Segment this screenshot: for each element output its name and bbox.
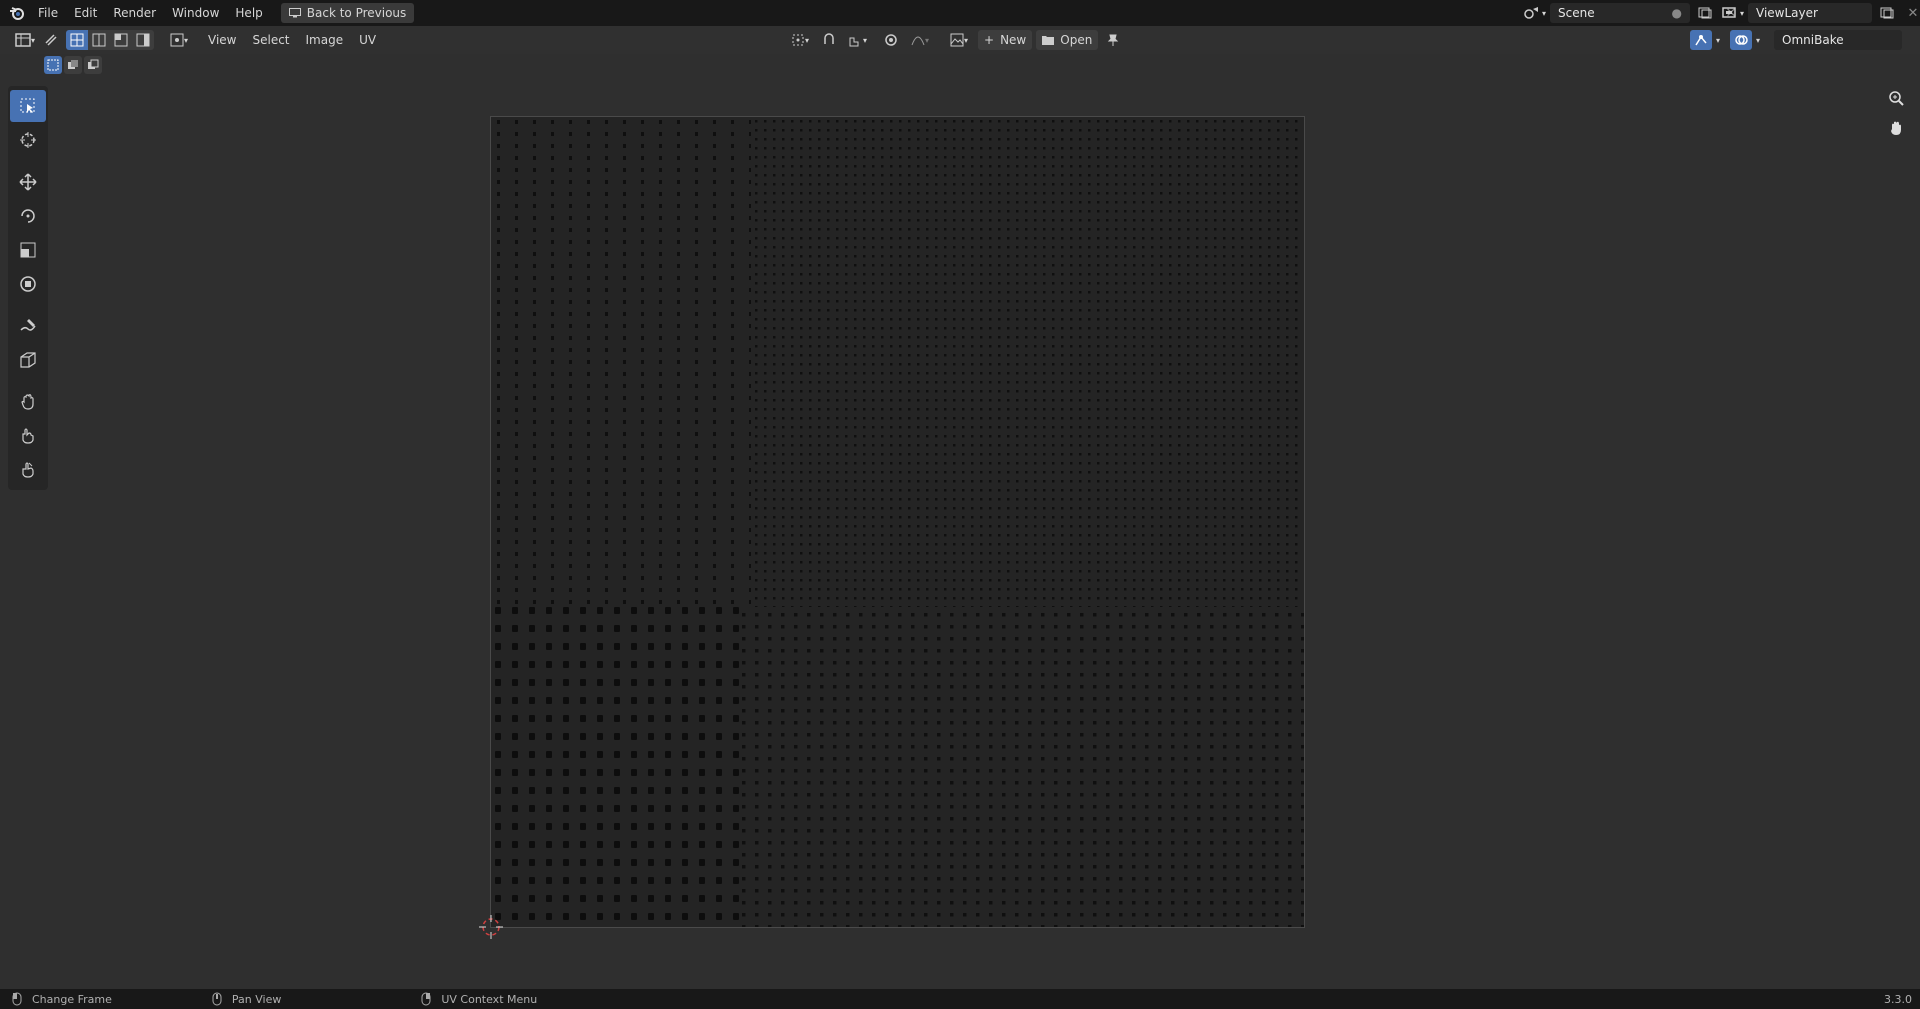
pinch-tool[interactable] (10, 454, 46, 486)
open-image-label: Open (1060, 33, 1093, 47)
plus-icon: + (984, 33, 995, 47)
pivot-point-icon[interactable]: ▾ (786, 30, 814, 50)
sticky-selection-icon[interactable]: ▾ (164, 30, 194, 50)
snap-target-icon[interactable]: ▾ (844, 30, 872, 50)
select-box-tool[interactable] (10, 90, 46, 122)
scene-selector-icon[interactable]: ▾ (1524, 3, 1546, 23)
top-bar: File Edit Render Window Help Back to Pre… (0, 0, 1920, 26)
menu-render[interactable]: Render (105, 2, 164, 24)
grab-hand-icon (21, 394, 34, 410)
uv-map-name: OmniBake (1782, 33, 1844, 47)
tool-shelf (8, 86, 48, 490)
new-image-button[interactable]: + New (978, 30, 1033, 50)
proportional-editing-icon[interactable] (880, 30, 902, 50)
folder-icon (1042, 35, 1055, 45)
move-icon (19, 173, 37, 191)
pin-icon[interactable]: ● (1672, 6, 1682, 20)
uv-map-field[interactable]: OmniBake (1774, 30, 1903, 50)
menu-window[interactable]: Window (164, 2, 227, 24)
menu-select[interactable]: Select (244, 29, 297, 51)
zoom-view-icon[interactable] (1882, 84, 1910, 112)
image-browse-icon[interactable]: ▾ (944, 30, 974, 50)
edge-select-mode-icon[interactable] (88, 30, 110, 50)
relax-tool[interactable] (10, 420, 46, 452)
rip-icon (20, 352, 36, 368)
extend-selection-icon[interactable] (64, 56, 82, 74)
relax-hand-icon (22, 428, 34, 444)
overlays-toggle-icon[interactable] (1730, 30, 1753, 50)
snap-toggle-icon[interactable] (818, 30, 840, 50)
editor-type-icon[interactable]: ▾ (10, 30, 40, 50)
gizmo-toggle-icon[interactable] (1690, 30, 1712, 50)
pin-image-icon[interactable] (1102, 30, 1124, 50)
overlays-dropdown-icon[interactable]: ▾ (1756, 36, 1760, 45)
face-select-mode-icon[interactable] (110, 30, 132, 50)
menu-uv[interactable]: UV (351, 29, 384, 51)
new-image-label: New (1000, 33, 1027, 47)
mouse-left-icon (12, 992, 22, 1006)
status-change-frame: Change Frame (32, 992, 112, 1006)
transform-icon (20, 276, 36, 292)
set-new-selection-icon[interactable] (44, 56, 62, 74)
scale-icon (20, 242, 36, 258)
cursor-icon (20, 132, 36, 148)
falloff-icon[interactable]: ▾ (906, 30, 934, 50)
back-to-previous-label: Back to Previous (306, 6, 407, 20)
uv-editor-area[interactable] (0, 54, 1920, 989)
cursor-tool[interactable] (10, 124, 46, 156)
status-uv-context-menu: UV Context Menu (441, 992, 538, 1006)
mouse-middle-icon (212, 992, 222, 1006)
scene-name: Scene (1558, 6, 1595, 20)
screen-icon (288, 8, 301, 18)
rotate-tool[interactable] (10, 200, 46, 232)
select-box-icon (20, 98, 35, 113)
rip-region-tool[interactable] (10, 344, 46, 376)
transform-tool[interactable] (10, 268, 46, 300)
menu-edit[interactable]: Edit (66, 2, 105, 24)
gizmo-dropdown-icon[interactable]: ▾ (1716, 36, 1720, 45)
version-label: 3.3.0 (1884, 992, 1912, 1006)
delete-view-layer-icon[interactable]: ✕ (1902, 3, 1920, 23)
annotate-icon (20, 319, 36, 331)
mouse-right-icon (421, 992, 431, 1006)
move-tool[interactable] (10, 166, 46, 198)
back-to-previous-button[interactable]: Back to Previous (280, 3, 415, 23)
scene-name-field[interactable]: Scene ● (1550, 3, 1690, 23)
2d-cursor-icon[interactable] (477, 913, 505, 941)
menu-file[interactable]: File (30, 2, 66, 24)
grab-tool[interactable] (10, 386, 46, 418)
open-image-button[interactable]: Open (1036, 30, 1099, 50)
view-layer-icon[interactable]: ▾ (1722, 3, 1744, 23)
uv-image-canvas[interactable] (479, 116, 1305, 939)
subtract-selection-icon[interactable] (84, 56, 102, 74)
vertex-select-mode-icon[interactable] (66, 30, 88, 50)
navigation-gizmo (1882, 84, 1910, 144)
uv-editor-header: ▾ ▾ View Select Image UV ▾ ▾ ▾ ▾ + New O… (0, 26, 1920, 54)
view-layer-name: ViewLayer (1756, 6, 1818, 20)
blender-logo-icon[interactable] (4, 0, 30, 26)
selection-mode-buttons (44, 56, 102, 74)
uv-islands-layer (491, 117, 1304, 927)
new-scene-icon[interactable] (1694, 3, 1716, 23)
new-view-layer-icon[interactable] (1876, 3, 1898, 23)
menu-view[interactable]: View (200, 29, 244, 51)
status-pan-view: Pan View (231, 992, 282, 1006)
scale-tool[interactable] (10, 234, 46, 266)
view-layer-field[interactable]: ViewLayer (1748, 3, 1872, 23)
menu-help[interactable]: Help (227, 2, 270, 24)
pinch-hand-icon (22, 462, 34, 478)
rotate-icon (21, 209, 35, 223)
sync-selection-icon[interactable] (40, 30, 62, 50)
annotate-tool[interactable] (10, 310, 46, 342)
status-bar: Change Frame Pan View UV Context Menu 3.… (0, 989, 1920, 1009)
island-select-mode-icon[interactable] (132, 30, 154, 50)
menu-image[interactable]: Image (298, 29, 352, 51)
pan-view-icon[interactable] (1882, 114, 1910, 142)
